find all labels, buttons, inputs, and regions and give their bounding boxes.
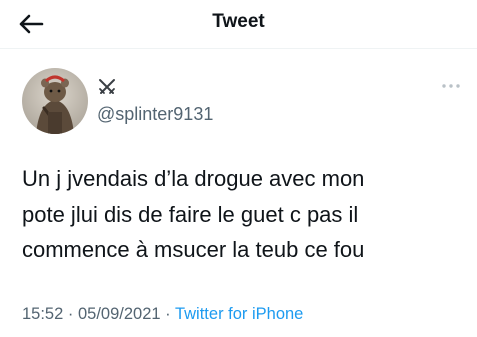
user-handle[interactable]: @splinter9131 (97, 104, 213, 125)
crossed-swords-icon (99, 79, 115, 94)
more-options-button[interactable] (439, 78, 463, 94)
tweet-text-line: Un j jvendais d’la drogue avec mon (22, 166, 365, 191)
tweet-text: Un j jvendais d’la drogue avec mon pote … (22, 161, 462, 268)
display-name[interactable] (97, 74, 117, 100)
avatar[interactable] (22, 68, 88, 134)
tweet-metadata: 15:52 · 05/09/2021 · Twitter for iPhone (22, 305, 303, 324)
tweet-text-line: commence à msucer la teub ce fou (22, 237, 365, 262)
meta-separator: · (67, 305, 74, 323)
tweet-text-line: pote jlui dis de faire le guet c pas il (22, 201, 359, 227)
meta-separator: · (165, 305, 171, 323)
page-title: Tweet (212, 11, 265, 32)
ellipsis-icon (442, 84, 460, 88)
tweet-time[interactable]: 15:52 (22, 305, 63, 323)
tweet-source-link[interactable]: Twitter for iPhone (175, 305, 303, 323)
rat-avatar-icon (22, 68, 88, 134)
top-bar: Tweet (0, 0, 477, 49)
tweet-date[interactable]: 05/09/2021 (78, 305, 161, 323)
